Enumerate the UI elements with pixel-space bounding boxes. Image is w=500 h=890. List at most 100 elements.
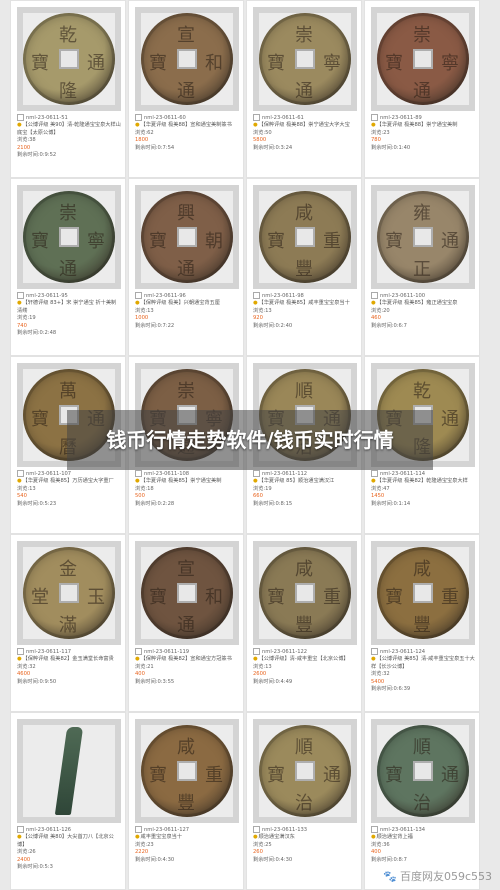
lot-title[interactable]: 【公博评级 美90】清-乾隆通宝宝泉大样山底宝【太原公博】 — [17, 122, 121, 135]
coin-image[interactable]: 順通治寶 — [253, 719, 357, 823]
remaining-time: 0:2:40 — [275, 322, 293, 329]
card-meta: nml-23-0611-61 ●【保粹评级 极美88】崇宁通宝大字大宝 浏览:50 5… — [253, 114, 357, 152]
coin-card[interactable]: 咸重豐寶 nml-23-0611-122 ●【公博评级】清-咸丰重宝【北京公博】 浏览… — [246, 534, 362, 712]
select-checkbox[interactable] — [17, 826, 24, 833]
coin-image[interactable]: 宣和通寶 — [135, 7, 239, 111]
lot-title[interactable]: 咸丰重宝宝泉当十 — [141, 834, 183, 840]
views-label: 浏览: — [253, 129, 266, 136]
select-checkbox[interactable] — [371, 470, 378, 477]
select-checkbox[interactable] — [253, 114, 260, 121]
coin-image[interactable]: 金玉滿堂 — [17, 541, 121, 645]
select-checkbox[interactable] — [135, 114, 142, 121]
watermark: 🐾 百度网友059c553 — [383, 868, 492, 884]
bulb-icon: ● — [17, 300, 22, 307]
coin-image[interactable]: 咸重豐寶 — [371, 541, 475, 645]
card-meta: nml-23-0611-117 ●【保粹评级 极美82】金玉满堂长命富贵 浏览:32… — [17, 648, 121, 686]
select-checkbox[interactable] — [253, 292, 260, 299]
coin-card[interactable]: nml-23-0611-126 ●【公博评级 美80】大尖首刀八【北京公博】 浏览:… — [10, 712, 126, 890]
remaining-time: 0:2:28 — [157, 500, 175, 507]
coin-card[interactable]: 興朝通寶 nml-23-0611-96 ●【保粹评级 极美】兴朝通宝背五厘 浏览:13… — [128, 178, 244, 356]
lot-title[interactable]: 【华夏评级 极美85】崇宁通宝美制 — [141, 478, 222, 484]
select-checkbox[interactable] — [371, 292, 378, 299]
coin-image[interactable]: 崇寧通寶 — [17, 185, 121, 289]
remaining-time: 0:8:7 — [393, 856, 407, 863]
views-label: 浏览: — [135, 307, 148, 314]
image-frame — [371, 185, 475, 289]
select-checkbox[interactable] — [17, 292, 24, 299]
coin-card[interactable]: 宣和通寶 nml-23-0611-119 ●【保粹评级 极美82】宣和通宝方冠篆书浏… — [128, 534, 244, 712]
lot-id: nml-23-0611-122 — [262, 649, 308, 655]
coin-image[interactable]: 咸重豐寶 — [253, 185, 357, 289]
select-checkbox[interactable] — [371, 648, 378, 655]
lot-title[interactable]: 【保粹评级 极美82】金玉满堂长命富贵 — [23, 656, 114, 662]
coin-image[interactable]: 咸重豐寶 — [253, 541, 357, 645]
lot-title[interactable]: 【公博评级】清-咸丰重宝【北京公博】 — [259, 656, 349, 662]
card-meta: nml-23-0611-107 ●【华夏评级 极美85】万历通宝大字重厂 浏览:13… — [17, 470, 121, 508]
coin-card[interactable]: 崇寧通寶 nml-23-0611-95 ●【轩德评级 83+】宋 崇宁通宝 折十美制… — [10, 178, 126, 356]
select-checkbox[interactable] — [17, 648, 24, 655]
lot-title[interactable]: 【华夏评级 极美85】万历通宝大字重厂 — [23, 478, 114, 484]
lot-price: 920 — [253, 315, 263, 322]
remaining-time: 0:4:30 — [157, 856, 175, 863]
coin-image[interactable]: 雍通正寶 — [371, 185, 475, 289]
select-checkbox[interactable] — [371, 114, 378, 121]
select-checkbox[interactable] — [17, 470, 24, 477]
select-checkbox[interactable] — [135, 470, 142, 477]
coin-card[interactable]: 順通治寶 nml-23-0611-134 ●顺治通宝背上福 浏览:36 400 剩余时间:… — [364, 712, 480, 890]
bulb-icon: ● — [371, 478, 376, 485]
lot-title[interactable]: 【保粹评级 极美82】宣和通宝方冠篆书 — [141, 656, 232, 662]
coin-image[interactable]: 咸重豐寶 — [135, 719, 239, 823]
coin-card[interactable]: 乾通隆寶 nml-23-0611-51 ●【公博评级 美90】清-乾隆通宝宝泉大样山… — [10, 0, 126, 178]
lot-title[interactable]: 【华夏评级 极美82】乾隆通宝宝泉大样 — [377, 478, 468, 484]
lot-id: nml-23-0611-108 — [144, 471, 190, 477]
bulb-icon: ● — [135, 300, 140, 307]
coin-image[interactable]: 順通治寶 — [371, 719, 475, 823]
remaining-time: 0:7:54 — [157, 144, 175, 151]
coin-image[interactable]: 宣和通寶 — [135, 541, 239, 645]
select-checkbox[interactable] — [253, 826, 260, 833]
lot-title[interactable]: 【保粹评级 极美】兴朝通宝背五厘 — [141, 300, 220, 306]
lot-price: 400 — [371, 849, 381, 856]
lot-title[interactable]: 顺治通宝背上福 — [377, 834, 413, 840]
coin-image[interactable]: 崇寧通寶 — [371, 7, 475, 111]
views-count: 26 — [29, 849, 36, 856]
coin-image[interactable]: 興朝通寶 — [135, 185, 239, 289]
coin-card[interactable]: 金玉滿堂 nml-23-0611-117 ●【保粹评级 极美82】金玉满堂长命富贵浏… — [10, 534, 126, 712]
lot-title[interactable]: 【保粹评级 极美88】崇宁通宝大字大宝 — [259, 122, 350, 128]
coin-image[interactable]: 乾通隆寶 — [17, 7, 121, 111]
lot-id: nml-23-0611-60 — [144, 115, 186, 121]
lot-title[interactable]: 【公博评级 美80】大尖首刀八【北京公博】 — [17, 834, 114, 847]
coin-card[interactable]: 宣和通寶 nml-23-0611-60 ●【华夏评级 极美88】宣和通宝美制篆书 浏览… — [128, 0, 244, 178]
views-label: 浏览: — [253, 485, 266, 492]
lot-title[interactable]: 【轩德评级 83+】宋 崇宁通宝 折十美制清缕 — [17, 300, 116, 313]
lot-title[interactable]: 【华夏评级 极美85】雍正通宝宝泉 — [377, 300, 458, 306]
select-checkbox[interactable] — [135, 826, 142, 833]
coin-card[interactable]: 咸重豐寶 nml-23-0611-98 ●【华夏评级 极美85】咸丰重宝宝泉当十 浏览… — [246, 178, 362, 356]
lot-title[interactable]: 顺治通宝满汉东 — [259, 834, 295, 840]
views-label: 浏览: — [371, 129, 384, 136]
coin-card[interactable]: 崇寧通寶 nml-23-0611-61 ●【保粹评级 极美88】崇宁通宝大字大宝 浏览… — [246, 0, 362, 178]
coin-image[interactable] — [17, 719, 121, 823]
coin-card[interactable]: 咸重豐寶 nml-23-0611-124 ●【公博评级 美85】清-咸丰重宝宝泉五十… — [364, 534, 480, 712]
select-checkbox[interactable] — [17, 114, 24, 121]
lot-title[interactable]: 【华夏评级 极美85】咸丰重宝宝泉当十 — [259, 300, 350, 306]
coin-card[interactable]: 順通治寶 nml-23-0611-133 ●顺治通宝满汉东 浏览:25 260 剩余时间:… — [246, 712, 362, 890]
select-checkbox[interactable] — [135, 292, 142, 299]
lot-title[interactable]: 【华夏评级 极美88】崇宁通宝美制 — [377, 122, 458, 128]
coin-card[interactable]: 崇寧通寶 nml-23-0611-89 ●【华夏评级 极美88】崇宁通宝美制 浏览:2… — [364, 0, 480, 178]
select-checkbox[interactable] — [253, 648, 260, 655]
select-checkbox[interactable] — [253, 470, 260, 477]
select-checkbox[interactable] — [135, 648, 142, 655]
remaining-label: 剩余时间: — [253, 144, 276, 151]
remaining-time: 0:4:30 — [275, 856, 293, 863]
remaining-time: 0:7:22 — [157, 322, 175, 329]
views-label: 浏览: — [371, 841, 384, 848]
lot-title[interactable]: 【华夏评级 85】顺治通宝满汉江 — [259, 478, 335, 484]
select-checkbox[interactable] — [371, 826, 378, 833]
coin-card[interactable]: 雍通正寶 nml-23-0611-100 ●【华夏评级 极美85】雍正通宝宝泉 浏览:… — [364, 178, 480, 356]
lot-title[interactable]: 【公博评级 美85】清-咸丰重宝宝泉五十大样【长沙公博】 — [371, 656, 475, 669]
lot-title[interactable]: 【华夏评级 极美88】宣和通宝美制篆书 — [141, 122, 232, 128]
coin-card[interactable]: 咸重豐寶 nml-23-0611-127 ●咸丰重宝宝泉当十 浏览:23 2220 剩余时… — [128, 712, 244, 890]
card-meta: nml-23-0611-89 ●【华夏评级 极美88】崇宁通宝美制 浏览:23 780… — [371, 114, 475, 152]
coin-image[interactable]: 崇寧通寶 — [253, 7, 357, 111]
